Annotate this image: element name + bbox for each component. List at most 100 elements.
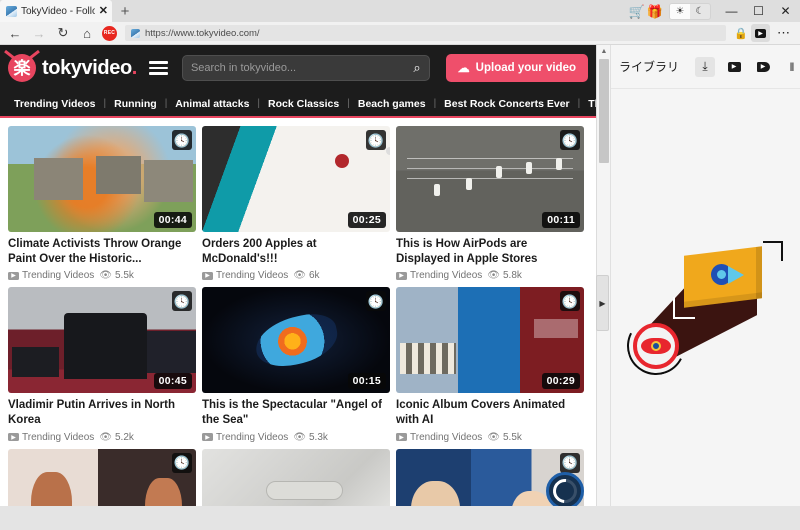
video-thumbnail[interactable]: 🕓 00:44	[8, 126, 196, 232]
downloader-panel: ライブラリ ⤓ ▶ ▶ ‖	[610, 45, 800, 530]
category-link-trending-videos[interactable]: Trending Videos	[14, 98, 96, 110]
category-nav: Trending Videos | Running | Animal attacks | R…	[0, 91, 596, 118]
browser-tab[interactable]: TokyVideo - Follow ✕	[0, 0, 112, 22]
upload-video-button[interactable]: ☁ Upload your video	[445, 54, 588, 82]
downloader-body	[611, 89, 800, 530]
home-button[interactable]: ⌂	[77, 24, 97, 43]
video-title[interactable]: Iconic Album Covers Animated with AI	[396, 398, 584, 427]
address-bar[interactable]: https://www.tokyvideo.com/	[125, 25, 727, 41]
video-thumbnail[interactable]: 🕓 00:11	[396, 126, 584, 232]
video-card[interactable]: 🕓 00:29 Iconic Album Covers Animated with …	[396, 287, 584, 443]
video-meta: ▶ Trending Videos 👁 5.3k	[202, 432, 390, 443]
cart-icon[interactable]: 🛒	[629, 5, 645, 18]
video-channel[interactable]: ▶ Trending Videos	[202, 432, 288, 443]
video-card[interactable]: 🕓 00:45 Vladimir Putin Arrives in North Ko…	[8, 287, 196, 443]
video-channel[interactable]: ▶ Trending Videos	[396, 270, 482, 281]
category-link-best-rock-concerts-ever[interactable]: Best Rock Concerts Ever	[444, 98, 569, 110]
toolbar-actions: 🔒 ▶ ⋯	[734, 24, 795, 42]
watch-later-clock-icon[interactable]: 🕓	[366, 291, 386, 312]
search-input[interactable]	[190, 62, 414, 74]
video-channel[interactable]: ▶ Trending Videos	[202, 270, 288, 281]
video-card[interactable]: 🕓 00:15 This is the Spectacular "Angel of …	[202, 287, 390, 443]
search-box[interactable]: ⌕	[181, 55, 430, 81]
gift-icon[interactable]: 🎁	[647, 5, 663, 18]
video-card[interactable]: 🕓 00:44 Climate Activists Throw Orange Pai…	[8, 126, 196, 281]
video-title[interactable]: This is How AirPods are Displayed in App…	[396, 237, 584, 266]
views-eye-icon: 👁	[487, 270, 500, 282]
maximize-button[interactable]: ☐	[746, 0, 771, 22]
tab-title: TokyVideo - Follow	[21, 5, 95, 17]
watch-later-clock-icon[interactable]: 🕓	[172, 130, 192, 150]
panel-expand-handle[interactable]: ▶	[596, 275, 609, 331]
video-thumbnail[interactable]: 🕓 00:25	[202, 126, 390, 232]
new-tab-button[interactable]: +	[112, 0, 138, 22]
audio-icon[interactable]: ‖	[782, 57, 800, 77]
forward-button[interactable]: →	[29, 24, 49, 43]
dark-mode-icon[interactable]: ☾	[690, 4, 710, 19]
record-icon[interactable]: REC	[102, 25, 117, 41]
video-title[interactable]: Vladimir Putin Arrives in North Korea	[8, 398, 196, 427]
video-icon[interactable]: ▶	[724, 57, 744, 77]
views-count: 5.2k	[114, 431, 134, 443]
video-views: 👁 5.2k	[99, 432, 134, 443]
tab-favicon-icon	[6, 5, 17, 17]
channel-name: Trending Videos	[216, 270, 289, 282]
video-title[interactable]: Orders 200 Apples at McDonald's!!!	[202, 237, 390, 266]
video-card[interactable]: 🕓 00:11 This is How AirPods are Displayed …	[396, 126, 584, 281]
back-button[interactable]: ←	[5, 24, 25, 43]
watch-later-clock-icon[interactable]: 🕓	[172, 452, 192, 473]
video-card[interactable]: 🕓 00:25 Orders 200 Apples at McDonald's!!!…	[202, 126, 390, 281]
watch-later-clock-icon[interactable]: 🕓	[560, 452, 580, 473]
video-views: 👁 5.5k	[487, 432, 522, 443]
video-channel[interactable]: ▶ Trending Videos	[8, 270, 94, 281]
category-link-beach-games[interactable]: Beach games	[358, 98, 426, 110]
category-link-the-bes[interactable]: The bes	[588, 98, 596, 110]
light-mode-icon[interactable]: ☀	[670, 3, 690, 19]
channel-icon: ▶	[396, 433, 407, 442]
video-channel[interactable]: ▶ Trending Videos	[396, 432, 482, 443]
channel-name: Trending Videos	[216, 431, 289, 443]
reload-button[interactable]: ↻	[53, 24, 73, 43]
watch-later-clock-icon[interactable]: 🕓	[560, 130, 580, 150]
downloader-header: ライブラリ ⤓ ▶ ▶ ‖	[611, 45, 800, 89]
downloader-scrollbar[interactable]	[791, 89, 800, 530]
views-eye-icon: 👁	[99, 270, 112, 282]
download-icon[interactable]: ⤓	[695, 56, 716, 77]
watch-later-clock-icon[interactable]: 🕓	[560, 291, 580, 312]
video-title[interactable]: This is the Spectacular "Angel of the Se…	[202, 398, 390, 427]
scrollbar-thumb[interactable]	[599, 59, 609, 163]
theme-toggle[interactable]: ☀ ☾	[669, 2, 711, 20]
logo-kanji-icon: 楽	[8, 54, 36, 82]
video-title[interactable]: Climate Activists Throw Orange Paint Ove…	[8, 237, 196, 266]
site-logo[interactable]: 楽 tokyvideo.	[8, 54, 137, 82]
extension-downloader-icon[interactable]: ▶	[751, 24, 770, 42]
lock-icon[interactable]: 🔒	[734, 27, 748, 40]
category-link-animal-attacks[interactable]: Animal attacks	[175, 98, 249, 110]
video-duration-badge: 00:15	[347, 373, 386, 390]
downloader-hero-graphic	[619, 237, 787, 383]
watch-later-clock-icon[interactable]: 🕓	[172, 291, 192, 312]
video-thumbnail[interactable]: 🕓 00:15	[202, 287, 390, 394]
minimize-button[interactable]: —	[719, 0, 744, 22]
logo-text: tokyvideo.	[42, 56, 137, 79]
category-link-running[interactable]: Running	[114, 98, 157, 110]
video-channel[interactable]: ▶ Trending Videos	[8, 432, 94, 443]
views-eye-icon: 👁	[293, 270, 306, 282]
video-duration-badge: 00:25	[347, 212, 386, 228]
video-thumbnail[interactable]: 🕓 00:45	[8, 287, 196, 394]
views-eye-icon: 👁	[99, 431, 112, 443]
close-window-button[interactable]: ✕	[773, 0, 798, 22]
video-round-icon[interactable]: ▶	[753, 57, 773, 77]
category-link-rock-classics[interactable]: Rock Classics	[268, 98, 339, 110]
scroll-up-icon[interactable]: ▲	[597, 45, 611, 58]
category-separator: |	[347, 98, 350, 109]
tab-close-icon[interactable]: ✕	[99, 5, 108, 17]
watch-later-clock-icon[interactable]: 🕓	[366, 130, 386, 150]
category-separator: |	[103, 98, 107, 109]
video-views: 👁 5.8k	[487, 270, 522, 281]
search-icon[interactable]: ⌕	[413, 60, 420, 76]
channel-name: Trending Videos	[22, 431, 95, 443]
video-thumbnail[interactable]: 🕓 00:29	[396, 287, 584, 394]
hamburger-menu-icon[interactable]	[148, 61, 168, 75]
browser-menu-icon[interactable]: ⋯	[773, 25, 795, 41]
